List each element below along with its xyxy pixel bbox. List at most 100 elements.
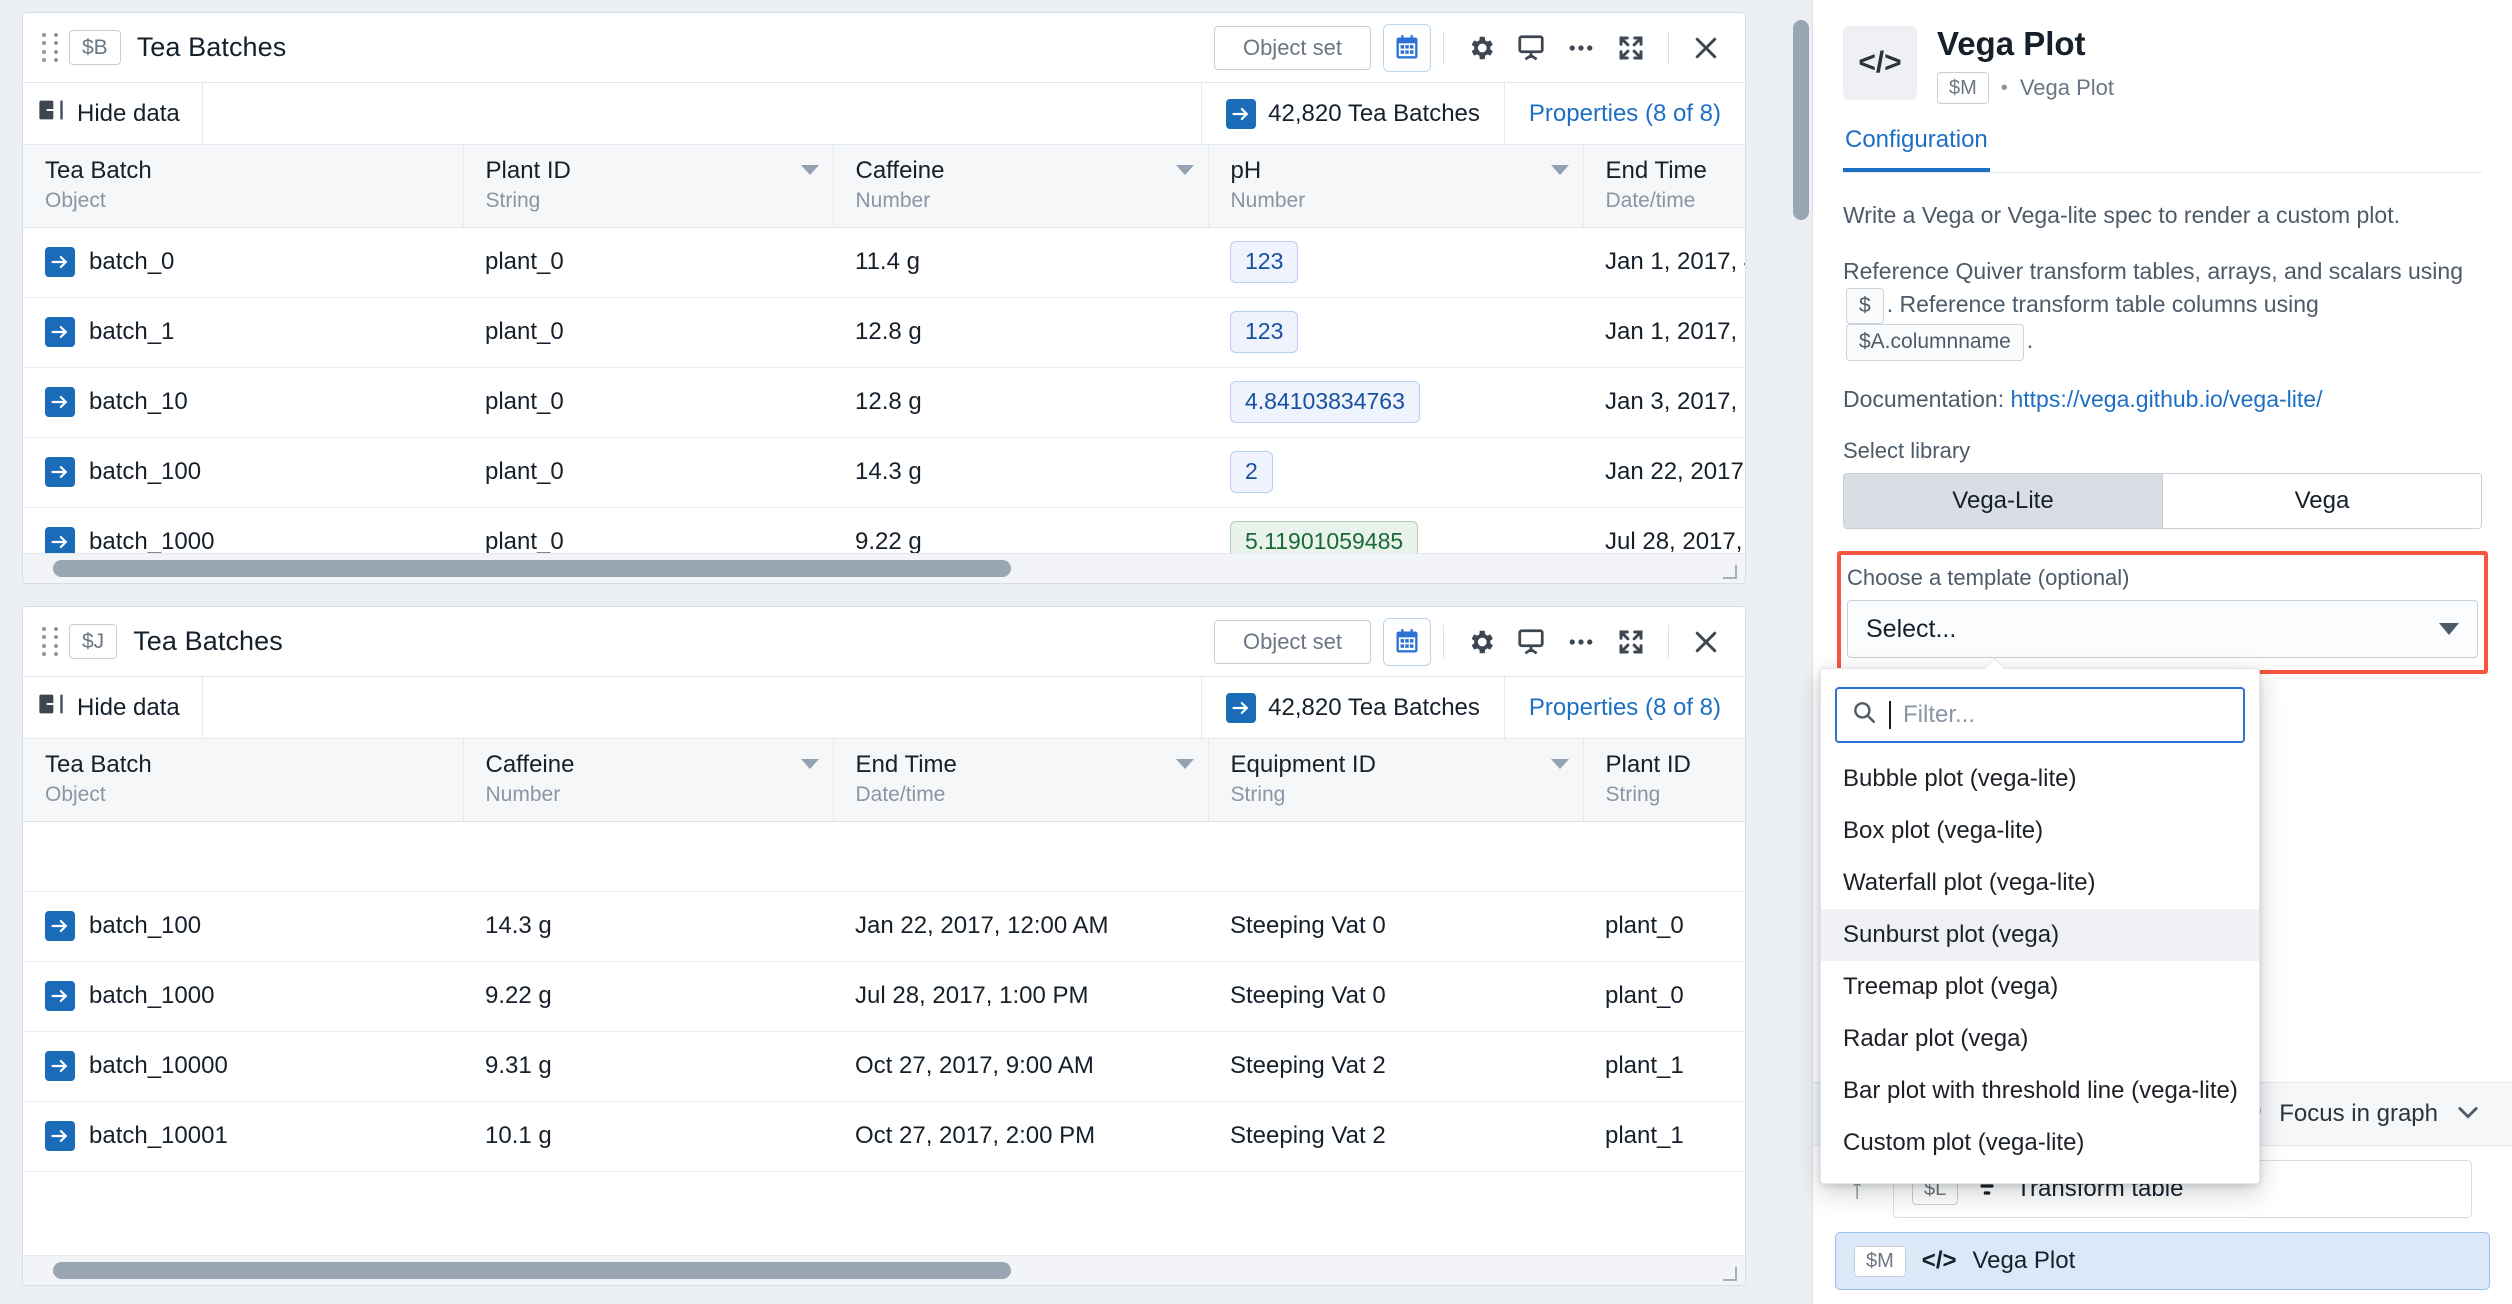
table-row[interactable]: batch_0 plant_0 11.4 g 123 Jan 1, 2017, … — [23, 227, 1745, 298]
vega-plot-label: Vega Plot — [1972, 1247, 2076, 1274]
column-header[interactable]: Plant ID String — [1583, 739, 1745, 822]
table-row[interactable]: batch_10000 9.31 g Oct 27, 2017, 9:00 AM… — [23, 1031, 1745, 1102]
column-header[interactable]: pH Number — [1208, 145, 1584, 228]
column-header[interactable]: Equipment ID String — [1208, 739, 1584, 822]
cell-ph: 123 — [1208, 227, 1583, 298]
tab-configuration[interactable]: Configuration — [1843, 126, 1990, 173]
horizontal-scrollbar[interactable] — [23, 1255, 1745, 1285]
column-menu-caret-icon[interactable] — [800, 759, 819, 769]
filter-input[interactable]: Filter... — [1835, 687, 2245, 743]
library-option-vega[interactable]: Vega — [2162, 474, 2481, 529]
cell-end-time: Jul 28, 2017, 1:00 PM — [833, 961, 1208, 1032]
cell-tea-batch: batch_1000 — [23, 961, 463, 1032]
expand-icon[interactable] — [1606, 618, 1656, 666]
calendar-icon[interactable] — [1383, 23, 1431, 72]
object-arrow-icon — [45, 981, 75, 1012]
empty-cell — [833, 821, 1208, 892]
cell-ph: 2 — [1208, 437, 1583, 508]
cell-caffeine: 12.8 g — [833, 367, 1208, 438]
column-header[interactable]: Caffeine Number — [833, 145, 1209, 228]
column-menu-caret-icon[interactable] — [1550, 759, 1569, 769]
close-icon[interactable] — [1681, 618, 1731, 666]
close-icon[interactable] — [1681, 24, 1731, 72]
column-name: Tea Batch — [45, 157, 152, 184]
cell-ph: 123 — [1208, 297, 1583, 368]
column-type: String — [1605, 783, 1661, 807]
dropdown-item-sunburst-plot[interactable]: Sunburst plot (vega) — [1821, 909, 2259, 961]
page-title: Vega Plot — [1937, 25, 2086, 62]
sidebar-token: $M — [1937, 72, 1989, 105]
resize-grip-icon[interactable] — [1719, 561, 1737, 579]
expand-icon[interactable] — [1606, 24, 1656, 72]
hide-data-label: Hide data — [77, 99, 180, 127]
dropdown-item-radar-plot[interactable]: Radar plot (vega) — [1821, 1013, 2259, 1065]
column-type: Date/time — [855, 783, 946, 807]
data-table: Tea Batch Object Caffeine Number End Tim… — [23, 739, 1745, 1172]
ph-badge: 123 — [1230, 241, 1299, 283]
more-options-icon[interactable] — [1556, 618, 1606, 666]
column-header[interactable]: Plant ID String — [463, 145, 834, 228]
dropdown-item-waterfall-plot[interactable]: Waterfall plot (vega-lite) — [1821, 857, 2259, 909]
workspace-vertical-scrollbar[interactable] — [1790, 12, 1812, 584]
table-row[interactable]: batch_100 plant_0 14.3 g 2 Jan 22, 2017,… — [23, 437, 1745, 508]
table-row[interactable]: batch_1000 9.22 g Jul 28, 2017, 1:00 PM … — [23, 961, 1745, 1032]
empty-cell — [463, 821, 833, 892]
cell-plant-id: plant_0 — [1583, 961, 1745, 1032]
cell-caffeine: 14.3 g — [833, 437, 1208, 508]
gear-icon[interactable] — [1456, 618, 1506, 666]
breadcrumb: $M • Vega Plot — [1937, 72, 2114, 105]
column-header[interactable]: End Time Date/time — [833, 739, 1209, 822]
app-root: $B Tea Batches Object set Hide data 42,8… — [0, 0, 2512, 1304]
vega-plot-row[interactable]: $M </> Vega Plot — [1835, 1232, 2490, 1290]
cell-end-time: Jan 1, 2017, 4:0 — [1583, 227, 1745, 298]
column-menu-caret-icon[interactable] — [1550, 165, 1569, 175]
dropdown-item-bubble-plot[interactable]: Bubble plot (vega-lite) — [1821, 753, 2259, 805]
properties-link[interactable]: Properties (8 of 8) — [1503, 83, 1745, 144]
cell-end-time: Oct 27, 2017, 9:00 AM — [833, 1031, 1208, 1102]
presentation-icon[interactable] — [1506, 618, 1556, 666]
more-options-icon[interactable] — [1556, 24, 1606, 72]
library-option-vega-lite[interactable]: Vega-Lite — [1844, 474, 2162, 529]
horizontal-scrollbar[interactable] — [23, 553, 1745, 583]
column-menu-caret-icon[interactable] — [1175, 165, 1194, 175]
column-name: End Time — [1605, 157, 1707, 184]
hide-data-button[interactable]: Hide data — [23, 677, 203, 738]
dropdown-item-custom-plot[interactable]: Custom plot (vega-lite) — [1821, 1117, 2259, 1169]
dropdown-item-treemap-plot[interactable]: Treemap plot (vega) — [1821, 961, 2259, 1013]
table-row[interactable]: batch_10 plant_0 12.8 g 4.84103834763 Ja… — [23, 367, 1745, 438]
scrollbar-thumb[interactable] — [53, 1262, 1011, 1279]
column-menu-caret-icon[interactable] — [800, 165, 819, 175]
chevron-down-icon[interactable] — [2454, 1098, 2482, 1130]
cell-tea-batch: batch_10 — [23, 367, 463, 438]
dropdown-item-box-plot[interactable]: Box plot (vega-lite) — [1821, 805, 2259, 857]
calendar-icon[interactable] — [1383, 617, 1431, 666]
panel-token: $B — [69, 29, 121, 66]
drag-handle-icon[interactable] — [39, 33, 61, 63]
object-arrow-icon — [45, 1121, 75, 1152]
documentation-link[interactable]: https://vega.github.io/vega-lite/ — [2010, 386, 2322, 412]
template-select[interactable]: Select... — [1847, 600, 2478, 659]
cell-plant-id: plant_0 — [463, 437, 833, 508]
object-set-button[interactable]: Object set — [1213, 619, 1371, 664]
panel-header: $J Tea Batches Object set — [23, 607, 1745, 677]
scrollbar-thumb[interactable] — [53, 560, 1011, 577]
column-menu-caret-icon[interactable] — [1175, 759, 1194, 769]
table-row[interactable]: batch_1 plant_0 12.8 g 123 Jan 1, 2017, … — [23, 297, 1745, 368]
column-header[interactable]: End Time Date/time — [1583, 145, 1745, 228]
column-header[interactable]: Tea Batch Object — [23, 145, 464, 228]
resize-grip-icon[interactable] — [1719, 1263, 1737, 1281]
properties-link[interactable]: Properties (8 of 8) — [1503, 677, 1745, 738]
empty-cell — [1583, 821, 1745, 892]
table-row[interactable]: batch_100 14.3 g Jan 22, 2017, 12:00 AM … — [23, 891, 1745, 962]
hide-data-button[interactable]: Hide data — [23, 83, 203, 144]
table-row[interactable]: batch_10001 10.1 g Oct 27, 2017, 2:00 PM… — [23, 1101, 1745, 1172]
object-arrow-icon — [45, 317, 75, 348]
scrollbar-thumb[interactable] — [1793, 20, 1809, 220]
column-header[interactable]: Caffeine Number — [463, 739, 834, 822]
column-header[interactable]: Tea Batch Object — [23, 739, 464, 822]
dropdown-item-bar-plot-threshold[interactable]: Bar plot with threshold line (vega-lite) — [1821, 1065, 2259, 1117]
object-set-button[interactable]: Object set — [1213, 25, 1371, 70]
presentation-icon[interactable] — [1506, 24, 1556, 72]
drag-handle-icon[interactable] — [39, 627, 61, 657]
gear-icon[interactable] — [1456, 24, 1506, 72]
